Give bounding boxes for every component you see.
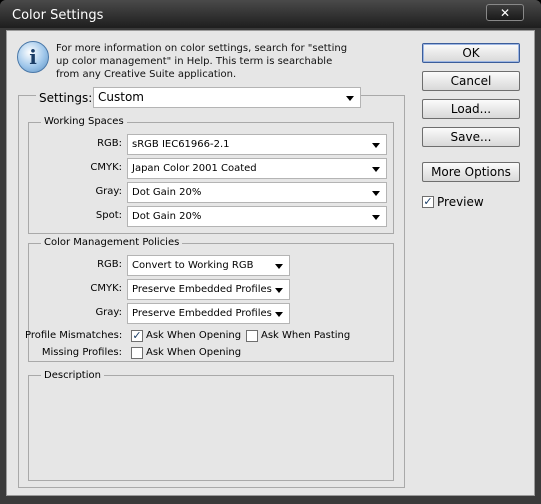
chevron-down-icon bbox=[275, 312, 283, 317]
description-box bbox=[28, 375, 394, 481]
ws-cmyk-dropdown[interactable]: Japan Color 2001 Coated bbox=[127, 158, 387, 179]
ws-rgb-value: sRGB IEC61966-2.1 bbox=[132, 139, 230, 150]
info-icon-glyph: i bbox=[29, 45, 37, 69]
chevron-down-icon bbox=[275, 264, 283, 269]
policy-rgb-label: RGB: bbox=[97, 259, 122, 270]
chevron-down-icon bbox=[372, 215, 380, 220]
chevron-down-icon bbox=[372, 191, 380, 196]
close-button[interactable]: ✕ bbox=[486, 4, 524, 21]
more-options-button[interactable]: More Options bbox=[422, 162, 520, 182]
load-button[interactable]: Load... bbox=[422, 99, 520, 119]
settings-dropdown[interactable]: Custom bbox=[93, 87, 361, 108]
ws-spot-label: Spot: bbox=[95, 210, 122, 221]
preview-label[interactable]: Preview bbox=[437, 195, 484, 209]
policy-cmyk-label: CMYK: bbox=[90, 283, 122, 294]
policies-title: Color Management Policies bbox=[41, 237, 183, 248]
ok-button[interactable]: OK bbox=[422, 43, 520, 63]
window-title: Color Settings bbox=[12, 8, 104, 23]
policy-gray-value: Preserve Embedded Profiles bbox=[132, 308, 272, 319]
profile-mismatches-label: Profile Mismatches: bbox=[25, 330, 123, 341]
missing-profiles-label: Missing Profiles: bbox=[41, 347, 122, 358]
missing-ask-opening-label[interactable]: Ask When Opening bbox=[146, 347, 241, 358]
ws-gray-dropdown[interactable]: Dot Gain 20% bbox=[127, 182, 387, 203]
settings-value: Custom bbox=[98, 90, 144, 104]
ws-cmyk-label: CMYK: bbox=[90, 162, 122, 173]
settings-label: Settings: bbox=[36, 91, 96, 105]
ws-spot-value: Dot Gain 20% bbox=[132, 211, 202, 222]
policy-cmyk-dropdown[interactable]: Preserve Embedded Profiles bbox=[127, 279, 290, 300]
policy-rgb-value: Convert to Working RGB bbox=[132, 260, 254, 271]
mismatch-ask-pasting-label[interactable]: Ask When Pasting bbox=[261, 330, 350, 341]
description-title: Description bbox=[41, 370, 104, 381]
color-settings-window: Color Settings ✕ i For more information … bbox=[0, 0, 541, 504]
policy-gray-dropdown[interactable]: Preserve Embedded Profiles bbox=[127, 303, 290, 324]
save-button[interactable]: Save... bbox=[422, 127, 520, 147]
ws-rgb-label: RGB: bbox=[97, 138, 122, 149]
policy-rgb-dropdown[interactable]: Convert to Working RGB bbox=[127, 255, 290, 276]
ws-cmyk-value: Japan Color 2001 Coated bbox=[132, 163, 257, 174]
mismatch-ask-opening-checkbox[interactable]: ✓ bbox=[131, 330, 143, 342]
title-bar: Color Settings ✕ bbox=[0, 0, 541, 28]
dialog-body: i For more information on color settings… bbox=[6, 30, 535, 496]
check-icon: ✓ bbox=[132, 329, 142, 342]
mismatch-ask-pasting-checkbox[interactable] bbox=[246, 330, 258, 342]
ws-gray-label: Gray: bbox=[95, 186, 122, 197]
chevron-down-icon bbox=[372, 143, 380, 148]
missing-ask-opening-checkbox[interactable] bbox=[131, 347, 143, 359]
info-icon: i bbox=[17, 41, 49, 73]
chevron-down-icon bbox=[346, 96, 354, 101]
check-icon: ✓ bbox=[423, 195, 433, 208]
info-message: For more information on color settings, … bbox=[56, 43, 348, 80]
cancel-button[interactable]: Cancel bbox=[422, 71, 520, 91]
preview-checkbox[interactable]: ✓ bbox=[422, 196, 434, 208]
close-icon: ✕ bbox=[499, 6, 511, 20]
mismatch-ask-opening-label[interactable]: Ask When Opening bbox=[146, 330, 241, 341]
policy-gray-label: Gray: bbox=[95, 307, 122, 318]
working-spaces-title: Working Spaces bbox=[41, 116, 127, 127]
chevron-down-icon bbox=[275, 288, 283, 293]
ws-rgb-dropdown[interactable]: sRGB IEC61966-2.1 bbox=[127, 134, 387, 155]
ws-gray-value: Dot Gain 20% bbox=[132, 187, 202, 198]
chevron-down-icon bbox=[372, 167, 380, 172]
ws-spot-dropdown[interactable]: Dot Gain 20% bbox=[127, 206, 387, 227]
policy-cmyk-value: Preserve Embedded Profiles bbox=[132, 284, 272, 295]
